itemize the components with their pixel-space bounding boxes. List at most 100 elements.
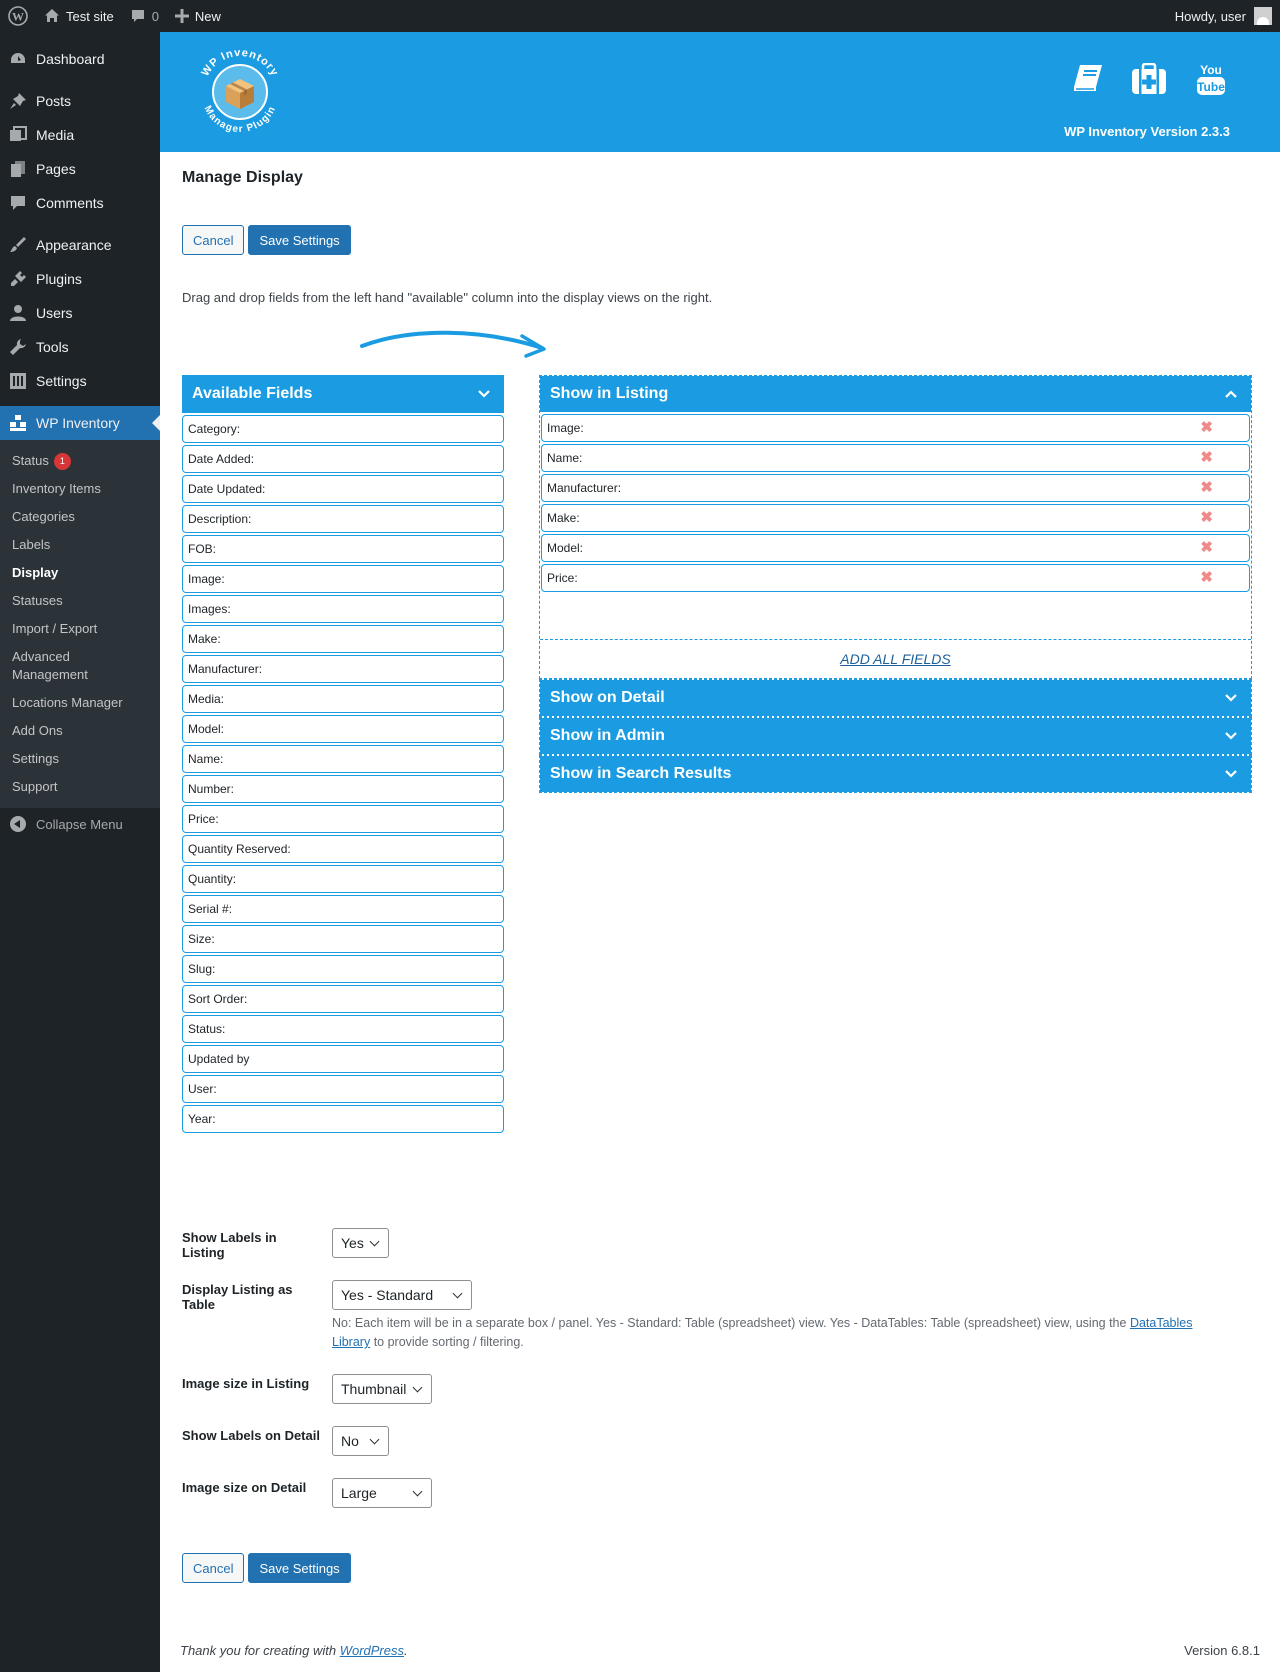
image-size-listing-select[interactable]: Thumbnail: [332, 1374, 432, 1404]
submenu-labels[interactable]: Labels: [0, 531, 160, 559]
add-all-fields-link[interactable]: ADD ALL FIELDS: [540, 640, 1251, 678]
submenu-categories[interactable]: Categories: [0, 503, 160, 531]
svg-text:You: You: [1200, 63, 1222, 77]
my-account-link[interactable]: Howdy, user: [1167, 0, 1280, 32]
available-field-item[interactable]: Status:: [182, 1015, 504, 1043]
documentation-book-icon[interactable]: [1068, 60, 1106, 98]
submenu-settings[interactable]: Settings: [0, 745, 160, 773]
wp-inventory-logo[interactable]: WP Inventory Manager Plugin: [190, 42, 290, 142]
listing-field-item[interactable]: Price: ✖: [541, 564, 1250, 592]
menu-wp-inventory[interactable]: WP Inventory: [0, 406, 160, 440]
available-field-item[interactable]: Images:: [182, 595, 504, 623]
available-field-item[interactable]: FOB:: [182, 535, 504, 563]
show-in-admin-header[interactable]: Show in Admin: [540, 718, 1251, 754]
new-content-link[interactable]: New: [167, 0, 229, 32]
available-field-item[interactable]: Year:: [182, 1105, 504, 1133]
listing-field-item[interactable]: Manufacturer: ✖: [541, 474, 1250, 502]
cancel-button[interactable]: Cancel: [182, 1553, 245, 1583]
available-field-item[interactable]: User:: [182, 1075, 504, 1103]
available-field-item[interactable]: Price:: [182, 805, 504, 833]
show-labels-listing-select[interactable]: Yes: [332, 1228, 389, 1258]
menu-posts[interactable]: Posts: [0, 84, 160, 118]
listing-field-item[interactable]: Image: ✖: [541, 414, 1250, 442]
available-field-item[interactable]: Sort Order:: [182, 985, 504, 1013]
image-size-detail-select[interactable]: Large: [332, 1478, 432, 1508]
submenu-status[interactable]: Status 1: [0, 447, 160, 475]
menu-appearance[interactable]: Appearance: [0, 228, 160, 262]
wordpress-link[interactable]: WordPress: [340, 1643, 404, 1658]
main-content: WP Inventory Manager Plugin You Tube WP I…: [160, 32, 1280, 1672]
submenu-display[interactable]: Display: [0, 559, 160, 587]
listing-field-label: Model:: [547, 541, 584, 555]
available-field-item[interactable]: Description:: [182, 505, 504, 533]
wordpress-logo-icon[interactable]: W: [0, 0, 36, 32]
menu-settings[interactable]: Settings: [0, 364, 160, 398]
available-field-item[interactable]: Size:: [182, 925, 504, 953]
remove-field-icon[interactable]: ✖: [1200, 420, 1213, 436]
footer-thanks: Thank you for creating with WordPress.: [180, 1643, 408, 1658]
menu-media[interactable]: Media: [0, 118, 160, 152]
display-table-select[interactable]: Yes - Standard: [332, 1280, 472, 1310]
remove-field-icon[interactable]: ✖: [1200, 480, 1213, 496]
cancel-button[interactable]: Cancel: [182, 225, 245, 255]
save-settings-button[interactable]: Save Settings: [248, 225, 351, 255]
available-field-item[interactable]: Media:: [182, 685, 504, 713]
menu-plugins[interactable]: Plugins: [0, 262, 160, 296]
available-field-item[interactable]: Manufacturer:: [182, 655, 504, 683]
submenu-advanced-management[interactable]: Advanced Management: [0, 643, 120, 689]
listing-fields-list: Image: ✖ Name: ✖ Manufacturer: ✖ Make: ✖ Model: ✖…: [540, 414, 1251, 592]
submenu-support[interactable]: Support: [0, 773, 160, 801]
available-field-item[interactable]: Make:: [182, 625, 504, 653]
remove-field-icon[interactable]: ✖: [1200, 450, 1213, 466]
available-field-item[interactable]: Slug:: [182, 955, 504, 983]
submenu-statuses[interactable]: Statuses: [0, 587, 160, 615]
display-table-control: Yes - Standard No: Each item will be in …: [332, 1280, 1232, 1352]
submenu-import-export[interactable]: Import / Export: [0, 615, 160, 643]
available-field-item[interactable]: Date Added:: [182, 445, 504, 473]
youtube-icon[interactable]: You Tube: [1192, 60, 1230, 98]
available-fields-panel: Available Fields Category: Date Added: Dat…: [182, 375, 504, 1133]
listing-field-item[interactable]: Model: ✖: [541, 534, 1250, 562]
show-labels-detail-select[interactable]: No: [332, 1426, 389, 1456]
remove-field-icon[interactable]: ✖: [1200, 510, 1213, 526]
submenu-locations-manager[interactable]: Locations Manager: [0, 689, 160, 717]
available-field-item[interactable]: Image:: [182, 565, 504, 593]
listing-field-label: Price:: [547, 571, 578, 585]
save-settings-button[interactable]: Save Settings: [248, 1553, 351, 1583]
available-field-item[interactable]: Updated by: [182, 1045, 504, 1073]
show-in-search-results-header[interactable]: Show in Search Results: [540, 756, 1251, 792]
submenu-add-ons[interactable]: Add Ons: [0, 717, 160, 745]
admin-sidebar: Dashboard Posts Media Pages Comments App…: [0, 32, 160, 1672]
show-in-listing-header[interactable]: Show in Listing: [540, 376, 1251, 412]
available-field-item[interactable]: Serial #:: [182, 895, 504, 923]
show-on-detail-header[interactable]: Show on Detail: [540, 680, 1251, 716]
available-field-item[interactable]: Category:: [182, 415, 504, 443]
menu-tools[interactable]: Tools: [0, 330, 160, 364]
available-field-item[interactable]: Quantity:: [182, 865, 504, 893]
listing-field-item[interactable]: Name: ✖: [541, 444, 1250, 472]
user-icon: [8, 303, 28, 323]
available-field-item[interactable]: Quantity Reserved:: [182, 835, 504, 863]
listing-drop-zone[interactable]: [540, 592, 1251, 640]
menu-dashboard[interactable]: Dashboard: [0, 42, 160, 76]
menu-users[interactable]: Users: [0, 296, 160, 330]
chevron-down-icon: [1221, 726, 1241, 746]
collapse-menu-button[interactable]: Collapse Menu: [0, 808, 160, 840]
support-medkit-icon[interactable]: [1130, 60, 1168, 98]
show-on-detail-section: Show on Detail: [539, 679, 1252, 717]
pages-icon: [8, 159, 28, 179]
available-field-item[interactable]: Number:: [182, 775, 504, 803]
available-field-item[interactable]: Model:: [182, 715, 504, 743]
available-field-item[interactable]: Name:: [182, 745, 504, 773]
submenu-inventory-items[interactable]: Inventory Items: [0, 475, 160, 503]
site-name-link[interactable]: Test site: [36, 0, 122, 32]
remove-field-icon[interactable]: ✖: [1200, 540, 1213, 556]
menu-pages[interactable]: Pages: [0, 152, 160, 186]
comments-link[interactable]: 0: [122, 0, 167, 32]
available-fields-header[interactable]: Available Fields: [182, 375, 504, 413]
remove-field-icon[interactable]: ✖: [1200, 570, 1213, 586]
menu-comments[interactable]: Comments: [0, 186, 160, 220]
available-field-item[interactable]: Date Updated:: [182, 475, 504, 503]
listing-field-item[interactable]: Make: ✖: [541, 504, 1250, 532]
row-display-table: Display Listing as Table Yes - Standard …: [182, 1280, 1272, 1374]
